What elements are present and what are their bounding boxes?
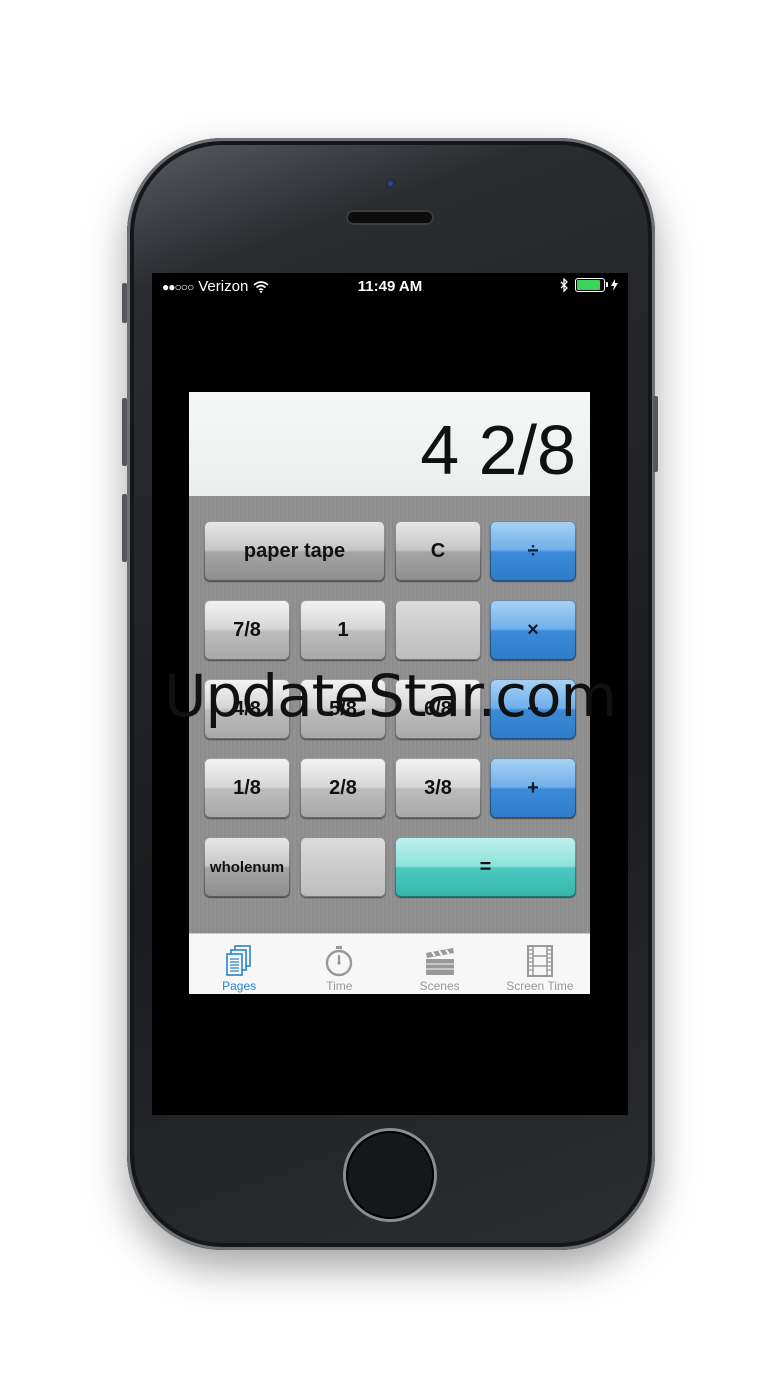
three-eighths-button[interactable]: 3/8 (395, 758, 481, 818)
bluetooth-icon (560, 278, 568, 292)
seven-eighths-button[interactable]: 7/8 (204, 600, 290, 660)
home-button[interactable] (346, 1131, 434, 1219)
tab-scenes-label: Scenes (419, 979, 460, 993)
clock: 11:49 AM (357, 278, 423, 295)
clear-button[interactable]: C (395, 521, 481, 581)
charging-bolt-icon (611, 279, 618, 291)
multiply-button[interactable]: × (490, 600, 576, 660)
tab-scenes[interactable]: Scenes (390, 934, 490, 994)
tab-time-label: Time (326, 979, 353, 993)
equals-button[interactable]: = (395, 837, 576, 897)
tab-pages[interactable]: Pages (189, 934, 289, 994)
stopwatch-icon (326, 946, 353, 977)
battery-icon (575, 278, 608, 292)
earpiece-speaker (348, 212, 432, 223)
paper-tape-button[interactable]: paper tape (204, 521, 385, 581)
watermark: UpdateStar.com (164, 662, 617, 730)
wholenum-button[interactable]: wholenum (204, 837, 290, 897)
volume-down-button (122, 494, 127, 562)
power-button (653, 396, 658, 472)
tab-screen-time[interactable]: Screen Time (490, 934, 590, 994)
two-eighths-button[interactable]: 2/8 (300, 758, 386, 818)
film-strip-icon (526, 945, 553, 977)
status-bar: ●●○○○ Verizon 11:49 AM (152, 273, 628, 301)
tab-bar: Pages Time Scenes Screen Time (189, 933, 590, 994)
display-value: 4 2/8 (420, 411, 576, 489)
tab-time[interactable]: Time (289, 934, 389, 994)
blank-button[interactable] (395, 600, 481, 660)
calculator-display: 4 2/8 (189, 392, 590, 496)
tab-screen-time-label: Screen Time (506, 979, 574, 993)
blank-button-2[interactable] (300, 837, 386, 897)
one-eighth-button[interactable]: 1/8 (204, 758, 290, 818)
front-camera (386, 179, 395, 188)
clapperboard-icon (425, 948, 454, 975)
one-button[interactable]: 1 (300, 600, 386, 660)
volume-up-button (122, 398, 127, 466)
pages-icon (226, 945, 251, 976)
tab-pages-label: Pages (222, 979, 257, 993)
add-button[interactable]: + (490, 758, 576, 818)
mute-switch (122, 283, 127, 323)
divide-button[interactable]: ÷ (490, 521, 576, 581)
